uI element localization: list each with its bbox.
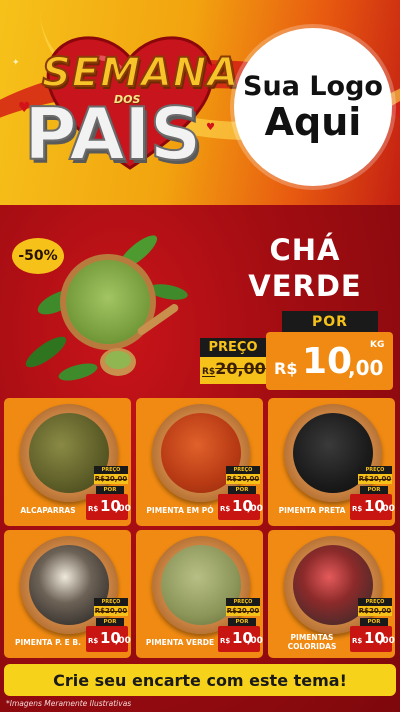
- product-por-label: POR: [96, 486, 124, 494]
- product-old-price-label: PREÇO: [226, 466, 260, 474]
- product-name: PIMENTAS COLORIDAS: [287, 633, 337, 651]
- product-old-price-value: R$20,00: [94, 475, 128, 483]
- brand-text-line1: Sua Logo: [243, 70, 383, 102]
- product-old-price-label: PREÇO: [358, 598, 392, 606]
- product-price-currency: R$: [88, 505, 99, 513]
- product-price-decimal: ,00: [115, 636, 131, 646]
- product-price: R$ 10 ,00: [218, 626, 263, 652]
- product-price-decimal: ,00: [379, 504, 395, 514]
- product-old-price: PREÇO R$20,00: [358, 466, 392, 484]
- product-por-label: POR: [228, 486, 256, 494]
- product-old-price-value: R$20,00: [94, 607, 128, 615]
- product-old-price-value: R$20,00: [358, 607, 392, 615]
- featured-title-line2: VERDE: [248, 269, 362, 304]
- product-price-currency: R$: [352, 505, 363, 513]
- price-currency: R$: [274, 359, 298, 378]
- create-flyer-button[interactable]: Crie seu encarte com este tema!: [4, 664, 396, 696]
- price-integer: 10: [302, 341, 353, 382]
- old-price-value: R$20,00: [202, 359, 266, 378]
- product-card[interactable]: PIMENTA VERDE PREÇO R$20,00 POR R$ 10 ,0…: [136, 530, 263, 658]
- product-old-price: PREÇO R$20,00: [94, 466, 128, 484]
- product-old-price-value: R$20,00: [226, 607, 260, 615]
- product-price-currency: R$: [88, 637, 99, 645]
- header-banner: SEMANA DOS PAIS ♥ ♥ ♥ ✦ Sua Logo Aqui: [0, 0, 400, 205]
- disclaimer-text: *Imagens Meramente Ilustrativas: [6, 699, 132, 708]
- event-logo: SEMANA DOS PAIS: [12, 40, 239, 180]
- product-price-decimal: ,00: [379, 636, 395, 646]
- product-price-decimal: ,00: [247, 504, 263, 514]
- product-price-currency: R$: [220, 505, 231, 513]
- product-por-label: POR: [228, 618, 256, 626]
- product-por-label: POR: [96, 618, 124, 626]
- product-old-price: PREÇO R$20,00: [226, 598, 260, 616]
- product-price: R$ 10 ,00: [350, 494, 395, 520]
- price-unit: KG: [370, 340, 385, 350]
- featured-title-line1: CHÁ: [269, 233, 341, 267]
- brand-logo-placeholder[interactable]: Sua Logo Aqui: [234, 28, 392, 186]
- product-price: R$ 10 ,00: [350, 626, 395, 652]
- logo-word-bottom: PAIS: [23, 91, 203, 177]
- product-card[interactable]: PIMENTAS COLORIDAS PREÇO R$20,00 POR R$ …: [268, 530, 395, 658]
- small-heart-icon: ♥: [205, 62, 218, 78]
- product-por-label: POR: [360, 618, 388, 626]
- por-label: POR: [282, 311, 378, 333]
- product-price: R$ 10 ,00: [86, 494, 131, 520]
- product-price-decimal: ,00: [115, 504, 131, 514]
- old-price-amount: 20,00: [215, 359, 266, 378]
- sparkle-icon: ✦: [12, 58, 20, 68]
- featured-title: CHÁ VERDE: [220, 232, 390, 305]
- product-card[interactable]: ALCAPARRAS PREÇO R$20,00 POR R$ 10 ,00: [4, 398, 131, 526]
- product-price: R$ 10 ,00: [218, 494, 263, 520]
- product-price-currency: R$: [352, 637, 363, 645]
- featured-price-box: R$ 10 ,00 KG: [266, 332, 393, 390]
- product-name: PIMENTA EM PÓ: [146, 505, 214, 515]
- product-old-price-label: PREÇO: [226, 598, 260, 606]
- product-por-label: POR: [360, 486, 388, 494]
- product-price-currency: R$: [220, 637, 231, 645]
- product-old-price: PREÇO R$20,00: [358, 598, 392, 616]
- product-old-price: PREÇO R$20,00: [94, 598, 128, 616]
- product-name: PIMENTA VERDE: [145, 637, 215, 647]
- discount-badge: -50%: [12, 238, 64, 274]
- old-price-box: PREÇO R$20,00: [200, 338, 266, 384]
- product-price-decimal: ,00: [247, 636, 263, 646]
- product-name: PIMENTA PRETA: [278, 505, 346, 515]
- product-name: PIMENTA P. E B.: [15, 637, 81, 647]
- product-old-price-label: PREÇO: [358, 466, 392, 474]
- old-price-label: PREÇO: [200, 338, 266, 357]
- small-heart-icon: ♥: [18, 100, 31, 116]
- product-price: R$ 10 ,00: [86, 626, 131, 652]
- product-old-price-value: R$20,00: [226, 475, 260, 483]
- product-old-price-label: PREÇO: [94, 598, 128, 606]
- brand-text-line2: Aqui: [264, 99, 362, 144]
- product-card[interactable]: PIMENTA PRETA PREÇO R$20,00 POR R$ 10 ,0…: [268, 398, 395, 526]
- product-old-price: PREÇO R$20,00: [226, 466, 260, 484]
- old-price-currency: R$: [202, 367, 216, 377]
- product-card[interactable]: PIMENTA EM PÓ PREÇO R$20,00 POR R$ 10 ,0…: [136, 398, 263, 526]
- product-card[interactable]: PIMENTA P. E B. PREÇO R$20,00 POR R$ 10 …: [4, 530, 131, 658]
- price-decimal: ,00: [348, 356, 384, 380]
- product-old-price-label: PREÇO: [94, 466, 128, 474]
- small-heart-icon: ♥: [206, 122, 215, 133]
- product-name: ALCAPARRAS: [20, 505, 76, 515]
- product-old-price-value: R$20,00: [358, 475, 392, 483]
